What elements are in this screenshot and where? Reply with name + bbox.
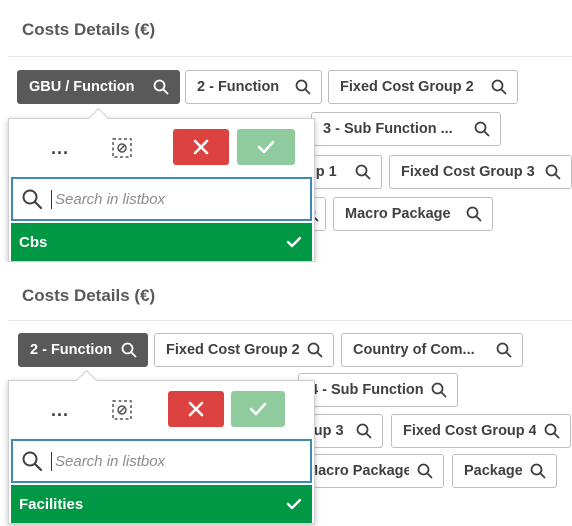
filter-chip-macro-package[interactable]: Macro Package <box>294 454 444 488</box>
search-icon <box>307 342 323 358</box>
cancel-selection-button[interactable] <box>173 129 229 165</box>
panel-title: Costs Details (€) <box>22 20 156 39</box>
listbox-search <box>11 439 312 483</box>
chip-label: Fixed Cost Group 2 <box>166 342 299 358</box>
clear-selection-icon <box>112 400 132 420</box>
title-divider <box>8 56 572 57</box>
chip-label: Fixed Cost Group 2 <box>340 79 474 95</box>
chip-label: Fixed Cost Group 3 <box>401 164 535 180</box>
chip-label: 3 - Sub Function ... <box>323 121 453 137</box>
search-input[interactable] <box>51 451 287 471</box>
list-item-label: Cbs <box>19 233 48 251</box>
chip-label: 2 - Function <box>30 342 113 358</box>
list-item-label: Facilities <box>19 495 84 513</box>
search-icon <box>356 423 372 439</box>
filter-chip-2-function[interactable]: 2 - Function <box>185 70 322 104</box>
chip-label: Fixed Cost Group 4 <box>403 423 536 439</box>
search-icon <box>466 206 482 222</box>
search-icon <box>474 121 490 137</box>
chip-label: GBU / Function <box>29 79 135 95</box>
list-item-selected[interactable]: Cbs <box>11 223 312 261</box>
search-icon <box>417 463 433 479</box>
chip-label: Country of Com... <box>353 342 475 358</box>
filter-chip-fixed-cost-group-2[interactable]: Fixed Cost Group 2 <box>328 70 518 104</box>
chip-label: Macro Package <box>306 463 409 479</box>
filter-chip-fixed-cost-group-2[interactable]: Fixed Cost Group 2 <box>154 333 334 367</box>
search-icon <box>496 342 512 358</box>
listbox-search <box>11 177 312 221</box>
listbox-toolbar: ... <box>9 381 314 439</box>
checkmark-icon <box>249 402 267 416</box>
panel-title: Costs Details (€) <box>22 286 156 305</box>
filter-chip-fixed-cost-group-4[interactable]: Fixed Cost Group 4 <box>391 414 571 448</box>
search-icon <box>530 463 546 479</box>
checkmark-icon <box>286 498 302 510</box>
title-divider <box>8 320 572 321</box>
more-options-button[interactable]: ... <box>45 133 75 163</box>
close-icon <box>193 139 209 155</box>
search-icon <box>491 79 507 95</box>
search-icon <box>544 423 560 439</box>
clear-selection-button[interactable] <box>107 133 137 163</box>
more-options-button[interactable]: ... <box>45 395 75 425</box>
list-item-selected[interactable]: Facilities <box>11 485 312 523</box>
search-icon <box>545 164 561 180</box>
chip-label: Macro Package <box>345 206 451 222</box>
confirm-selection-button[interactable] <box>237 129 295 165</box>
clear-selection-button[interactable] <box>107 395 137 425</box>
filter-chip-fixed-cost-group-3[interactable]: Fixed Cost Group 3 <box>389 155 572 189</box>
filter-chip-macro-package[interactable]: Macro Package <box>333 197 493 231</box>
costs-details-panel-top: Costs Details (€) GBU / Function 2 - Fun… <box>0 0 572 262</box>
filter-chip-package[interactable]: Package <box>452 454 557 488</box>
search-icon <box>431 382 447 398</box>
chip-label: 4 - Sub Function <box>310 382 423 398</box>
listbox-toolbar: ... <box>9 119 314 177</box>
search-icon <box>22 451 43 472</box>
cancel-selection-button[interactable] <box>168 391 224 427</box>
checkmark-icon <box>286 236 302 248</box>
close-icon <box>188 401 204 417</box>
listbox-popover: ... Cbs <box>8 107 315 262</box>
chip-label: 2 - Function <box>197 79 280 95</box>
filter-chip-gbu-function[interactable]: GBU / Function <box>17 70 180 104</box>
costs-details-panel-bottom: Costs Details (€) 2 - Function Fixed Cos… <box>0 264 572 526</box>
search-icon <box>295 79 311 95</box>
filter-chip-4-sub-function[interactable]: 4 - Sub Function <box>298 373 458 407</box>
search-icon <box>153 79 169 95</box>
confirm-selection-button[interactable] <box>231 391 285 427</box>
clear-selection-icon <box>112 138 132 158</box>
listbox-popover: ... Facilities <box>8 369 315 524</box>
search-icon <box>22 189 43 210</box>
filter-chip-country-of-com[interactable]: Country of Com... <box>341 333 523 367</box>
search-icon <box>355 164 371 180</box>
chip-label: Package <box>464 463 522 479</box>
checkmark-icon <box>257 140 275 154</box>
filter-chip-2-function[interactable]: 2 - Function <box>18 333 148 367</box>
search-input[interactable] <box>51 189 287 209</box>
filter-chip-3-sub-function[interactable]: 3 - Sub Function ... <box>311 112 501 146</box>
search-icon <box>121 342 137 358</box>
